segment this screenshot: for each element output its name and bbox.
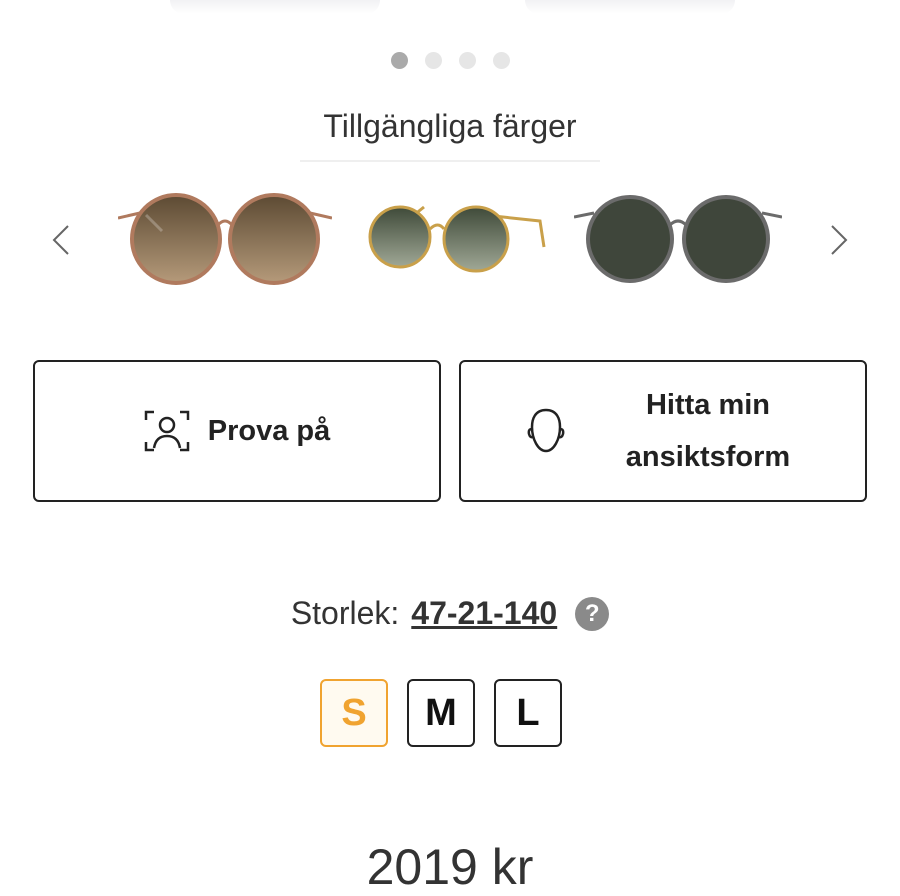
chevron-left-icon[interactable] [44, 222, 80, 258]
color-swatch-brown[interactable] [118, 185, 332, 290]
head-outline-icon [527, 408, 565, 453]
carousel-dot-4[interactable] [492, 52, 510, 69]
face-scan-icon [144, 410, 189, 452]
available-colors-title: Tillgängliga färger [323, 108, 577, 144]
find-face-shape-label-line1: Hitta min [645, 389, 771, 421]
carousel-dot-2[interactable] [424, 52, 442, 69]
try-on-label: Prova på [207, 415, 331, 447]
price: 2019 kr [366, 839, 534, 895]
title-divider [300, 160, 600, 162]
color-swatch-green-gold[interactable] [364, 185, 548, 290]
find-face-shape-label-line2: ansiktsform [625, 441, 791, 473]
size-value-link[interactable]: 47-21-140 [411, 595, 557, 632]
size-option-m[interactable]: M [407, 679, 475, 747]
carousel-pagination [0, 52, 900, 69]
size-option-s[interactable]: S [320, 679, 388, 747]
color-swatch-green-gunmetal[interactable] [574, 185, 782, 290]
size-row: Storlek: 47-21-140 ? [0, 595, 900, 632]
help-icon[interactable]: ? [575, 596, 610, 631]
size-label: Storlek: [290, 595, 400, 631]
product-image-hint-right [525, 0, 735, 14]
product-image-hint-left [170, 0, 380, 14]
find-face-shape-button[interactable]: Hitta min ansiktsform [459, 360, 867, 502]
try-on-button[interactable]: Prova på [33, 360, 441, 502]
carousel-dot-3[interactable] [458, 52, 476, 69]
carousel-dot-1[interactable] [390, 52, 408, 69]
chevron-right-icon[interactable] [820, 222, 856, 258]
size-option-l[interactable]: L [494, 679, 562, 747]
